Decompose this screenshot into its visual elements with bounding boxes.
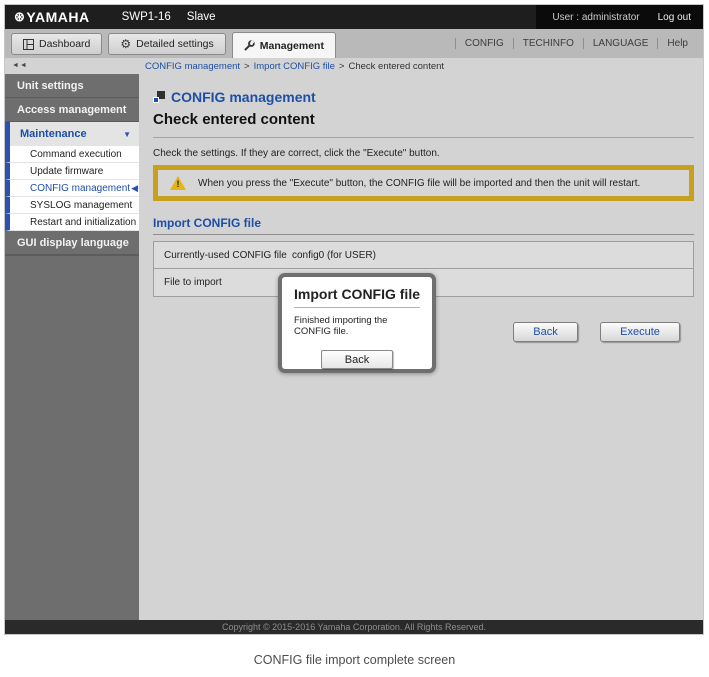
- copyright-text: Copyright © 2015-2016 Yamaha Corporation…: [222, 622, 486, 632]
- yamaha-tuning-fork-icon: ⊛: [14, 9, 25, 25]
- sidebar-item-maintenance[interactable]: Maintenance ▼: [5, 122, 139, 146]
- sidebar-item-label: Maintenance: [20, 128, 87, 140]
- row-label: Currently-used CONFIG file: [154, 250, 292, 261]
- figure-caption: CONFIG file import complete screen: [0, 653, 709, 667]
- sidebar-item-label: Update firmware: [30, 166, 103, 177]
- sidebar-item-label: Command execution: [30, 149, 122, 160]
- wrench-icon: [244, 40, 255, 51]
- back-button[interactable]: Back: [513, 322, 578, 342]
- sidebar-collapse-icon[interactable]: ◄◄: [12, 62, 28, 69]
- sidebar-item-syslog-management[interactable]: SYSLOG management: [5, 197, 139, 214]
- warning-text: When you press the "Execute" button, the…: [198, 178, 640, 189]
- dashboard-icon: [23, 39, 34, 50]
- instruction-text: Check the settings. If they are correct,…: [153, 148, 694, 159]
- warning-triangle-icon: [170, 176, 186, 190]
- section-heading: CONFIG management: [153, 89, 694, 105]
- breadcrumb: CONFIG management > Import CONFIG file >…: [5, 61, 444, 72]
- sidebar-item-restart-and-initialization[interactable]: Restart and initialization: [5, 214, 139, 231]
- top-bar: ⊛ YAMAHA SWP1-16 Slave User : administra…: [5, 5, 703, 29]
- selected-item-arrow-icon: ◀: [131, 183, 138, 194]
- link-techinfo[interactable]: TECHINFO: [514, 38, 583, 49]
- dialog-actions: Back: [294, 350, 420, 369]
- sidebar-item-access-management[interactable]: Access management: [5, 98, 139, 122]
- dialog-message: Finished importing the CONFIG file.: [294, 315, 420, 337]
- session-area: User : administrator Log out: [536, 5, 703, 29]
- warning-banner: When you press the "Execute" button, the…: [153, 165, 694, 201]
- sidebar-item-command-execution[interactable]: Command execution: [5, 146, 139, 163]
- sidebar-item-label: CONFIG management: [30, 183, 130, 194]
- sidebar-item-label: SYSLOG management: [30, 200, 132, 211]
- window-icon: [153, 91, 165, 103]
- section-heading-label: CONFIG management: [171, 89, 316, 105]
- row-value: config0 (for USER): [292, 250, 376, 261]
- breadcrumb-separator: >: [244, 61, 250, 72]
- divider: [153, 137, 694, 138]
- sidebar-item-gui-display-language[interactable]: GUI display language: [5, 231, 139, 255]
- logout-link[interactable]: Log out: [658, 12, 691, 23]
- gear-icon: ⚙: [120, 38, 131, 50]
- sidebar-item-label: Restart and initialization: [30, 217, 136, 228]
- app-window: ⊛ YAMAHA SWP1-16 Slave User : administra…: [4, 4, 704, 635]
- sidebar-item-label: Access management: [17, 104, 126, 116]
- sidebar-item-label: GUI display language: [17, 237, 129, 249]
- sidebar-item-label: Unit settings: [17, 80, 84, 92]
- tab-management[interactable]: Management: [232, 32, 336, 58]
- execute-button[interactable]: Execute: [600, 322, 680, 342]
- dialog-back-button[interactable]: Back: [321, 350, 393, 369]
- tab-management-label: Management: [260, 40, 324, 52]
- footer: Copyright © 2015-2016 Yamaha Corporation…: [5, 620, 703, 634]
- logged-in-user: User : administrator: [552, 12, 639, 23]
- table-row: Currently-used CONFIG file config0 (for …: [154, 242, 693, 269]
- sidebar-item-update-firmware[interactable]: Update firmware: [5, 163, 139, 180]
- row-label: File to import: [154, 277, 292, 288]
- breadcrumb-import-config-file[interactable]: Import CONFIG file: [254, 61, 335, 72]
- link-language[interactable]: LANGUAGE: [584, 38, 658, 49]
- breadcrumb-separator: >: [339, 61, 345, 72]
- dialog-title: Import CONFIG file: [294, 286, 420, 308]
- sidebar-item-config-management[interactable]: CONFIG management ◀: [5, 180, 139, 197]
- stack-mode-label: Slave: [187, 11, 216, 23]
- page-title: Check entered content: [153, 111, 694, 128]
- sidebar: Unit settings Access management Maintena…: [5, 74, 139, 620]
- tab-dashboard[interactable]: Dashboard: [11, 33, 102, 55]
- sidebar-filler: [5, 255, 139, 620]
- tab-detailed-settings[interactable]: ⚙ Detailed settings: [108, 33, 225, 55]
- subsection-title: Import CONFIG file: [153, 216, 694, 235]
- yamaha-logo: ⊛ YAMAHA: [14, 9, 90, 25]
- tab-detailed-settings-label: Detailed settings: [136, 38, 214, 50]
- tab-bar: Dashboard ⚙ Detailed settings Management…: [5, 29, 703, 58]
- utility-links: CONFIG TECHINFO LANGUAGE Help: [455, 29, 697, 58]
- import-complete-dialog: Import CONFIG file Finished importing th…: [278, 273, 436, 373]
- breadcrumb-row: ◄◄ CONFIG management > Import CONFIG fil…: [5, 58, 703, 74]
- breadcrumb-config-management[interactable]: CONFIG management: [145, 61, 240, 72]
- model-name: SWP1-16: [122, 11, 171, 23]
- link-config[interactable]: CONFIG: [456, 38, 513, 49]
- breadcrumb-current-page: Check entered content: [348, 61, 444, 72]
- link-help[interactable]: Help: [658, 38, 697, 49]
- sidebar-item-unit-settings[interactable]: Unit settings: [5, 74, 139, 98]
- tab-dashboard-label: Dashboard: [39, 38, 90, 50]
- yamaha-logo-text: YAMAHA: [26, 9, 89, 25]
- chevron-down-icon: ▼: [123, 130, 131, 139]
